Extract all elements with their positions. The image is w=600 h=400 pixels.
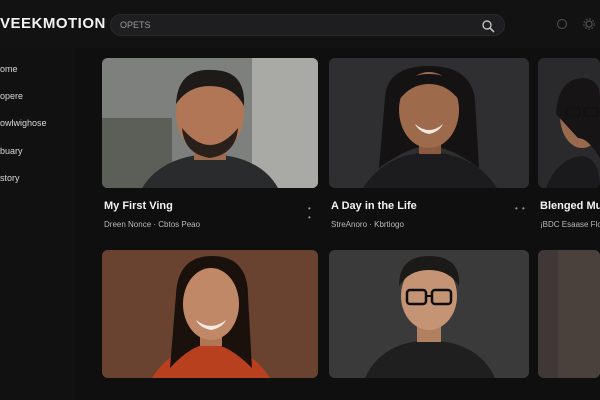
- video-grid: My First Ving Dreen Nonce · Cbtos Peao •…: [82, 48, 600, 400]
- person-portrait: [329, 58, 529, 188]
- search-icon[interactable]: [481, 19, 495, 33]
- search-placeholder: OPETS: [120, 20, 151, 30]
- person-portrait: [102, 58, 318, 188]
- video-card[interactable]: [102, 250, 318, 390]
- person-portrait: [102, 250, 318, 378]
- more-options-icon[interactable]: • •: [308, 204, 318, 222]
- video-meta: StreAnoro · Kbrtiogo: [331, 220, 404, 229]
- search-bar[interactable]: OPETS: [110, 14, 505, 36]
- video-card[interactable]: [329, 250, 529, 390]
- sidebar-item-history[interactable]: story: [0, 173, 20, 183]
- video-title[interactable]: A Day in the Life: [331, 200, 417, 212]
- settings-icon[interactable]: [582, 17, 596, 31]
- sidebar-item-following[interactable]: owlwighose: [0, 118, 47, 128]
- top-bar: VEEKMOTION OPETS: [0, 0, 600, 48]
- sidebar-item-library[interactable]: buary: [0, 146, 23, 156]
- video-thumbnail[interactable]: [329, 58, 529, 188]
- sidebar: ome opere owlwighose buary story: [0, 48, 75, 400]
- video-thumbnail[interactable]: [538, 58, 600, 188]
- video-thumbnail[interactable]: [102, 58, 318, 188]
- bell-icon[interactable]: [555, 17, 569, 31]
- video-meta: ¡BDC Esaase Floe: [540, 220, 600, 229]
- sidebar-item-explore[interactable]: opere: [0, 91, 23, 101]
- person-portrait: [329, 250, 529, 378]
- more-options-icon[interactable]: • •: [515, 204, 526, 213]
- video-card[interactable]: A Day in the Life StreAnoro · Kbrtiogo •…: [329, 58, 529, 238]
- video-meta: Dreen Nonce · Cbtos Peao: [104, 220, 201, 229]
- person-portrait: [538, 58, 600, 188]
- video-title[interactable]: My First Ving: [104, 200, 173, 212]
- thumbnail-image: [538, 250, 600, 378]
- video-thumbnail[interactable]: [102, 250, 318, 378]
- sidebar-item-home[interactable]: ome: [0, 64, 18, 74]
- video-card[interactable]: Blenged Mus ¡BDC Esaase Floe: [538, 58, 600, 238]
- app-logo[interactable]: VEEKMOTION: [0, 15, 106, 32]
- video-card[interactable]: My First Ving Dreen Nonce · Cbtos Peao •…: [102, 58, 318, 238]
- video-thumbnail[interactable]: [329, 250, 529, 378]
- video-card[interactable]: [538, 250, 600, 390]
- video-title[interactable]: Blenged Mus: [540, 200, 600, 212]
- video-thumbnail[interactable]: [538, 250, 600, 378]
